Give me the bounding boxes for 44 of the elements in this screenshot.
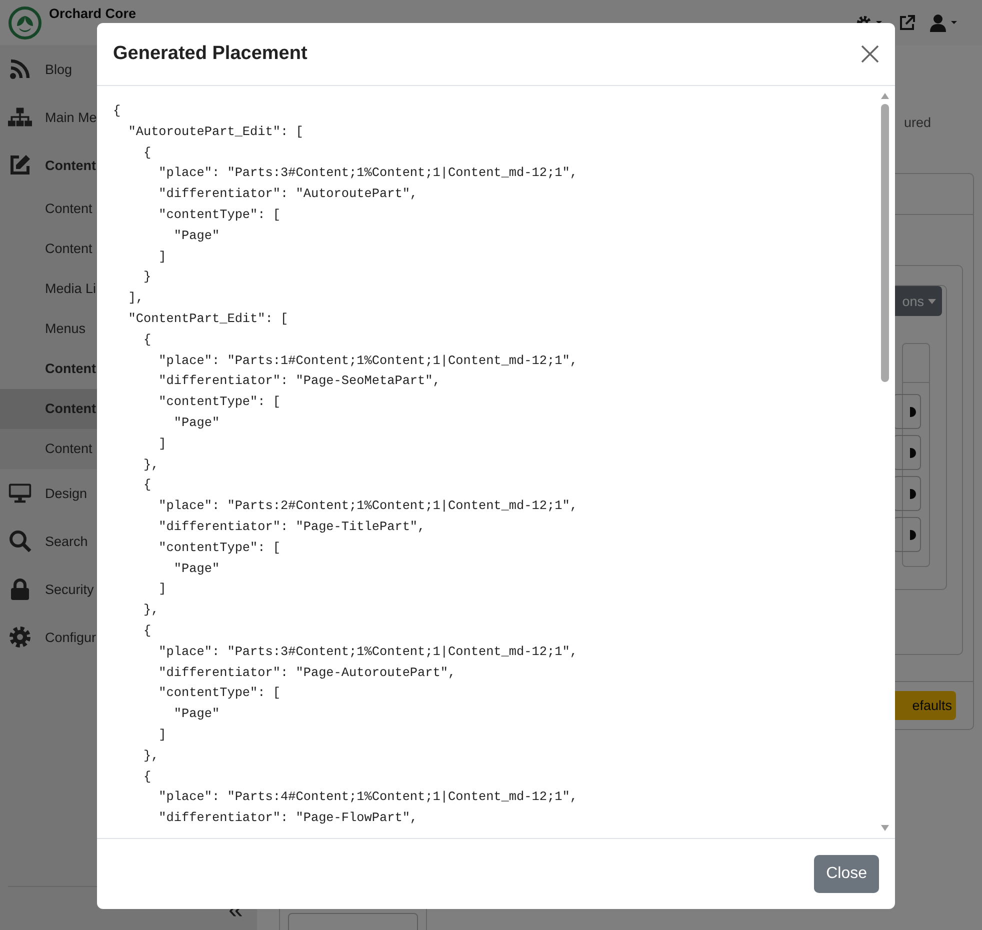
sidebar-label: Main Me: [45, 110, 97, 124]
modal-title: Generated Placement: [113, 43, 308, 65]
code-line: {: [142, 330, 152, 349]
sidebar-label: Search: [45, 534, 88, 548]
code-line: "ContentPart_Edit": [: [127, 310, 290, 328]
code-line: },: [142, 601, 160, 620]
code-line: "differentiator": "Page-TitlePart",: [158, 518, 426, 536]
sidebar-label: Content: [45, 158, 96, 172]
code-line: "differentiator": "Page-FlowPart",: [158, 809, 419, 828]
code-line: {: [142, 768, 152, 786]
code-line: "place": "Parts:4#Content;1%Content;1|Content_md-12;1",: [158, 788, 578, 806]
code-line: "place": "Parts:1#Content;1%Content;1|Content_md-12;1",: [158, 352, 578, 370]
code-line: "contentType": [: [158, 538, 282, 557]
code-line: "Page": [172, 560, 221, 578]
code-line: "place": "Parts:3#Content;1%Content;1|Content_md-12;1",: [158, 164, 578, 182]
code-line: ]: [158, 248, 168, 266]
code-line: "Page": [172, 226, 221, 245]
sidebar-label: Design: [45, 486, 88, 500]
code-line: "differentiator": "AutoroutePart",: [158, 185, 419, 204]
code-line: {: [142, 476, 152, 494]
code-line: ],: [127, 289, 144, 308]
code-line: "contentType": [: [158, 206, 282, 224]
code-line: ]: [158, 726, 168, 744]
sidebar-label: Security: [45, 582, 94, 596]
code-line: },: [142, 746, 160, 765]
code-line: "Page": [172, 705, 221, 724]
code-line: "place": "Parts:2#Content;1%Content;1|Content_md-12;1",: [158, 497, 578, 516]
code-line: ]: [158, 580, 168, 598]
code-line: "differentiator": "Page-AutoroutePart",: [158, 664, 457, 682]
code-line: },: [142, 456, 160, 474]
code-line: {: [113, 102, 122, 120]
code-line: {: [142, 144, 152, 162]
code-line: "contentType": [: [158, 684, 282, 702]
code-line: {: [142, 622, 152, 640]
code-line: "differentiator": "Page-SeoMetaPart",: [158, 372, 442, 390]
description-text: ured: [904, 115, 932, 130]
code-line: "AutoroutePart_Edit": [: [127, 122, 304, 141]
code-line: "Page": [172, 414, 221, 432]
sidebar-label: Configur: [45, 630, 96, 644]
sidebar-label: Blog: [45, 62, 72, 76]
code-line: "contentType": [: [158, 393, 282, 412]
code-line: "place": "Parts:3#Content;1%Content;1|Content_md-12;1",: [158, 642, 578, 661]
code-line: ]: [158, 434, 168, 453]
code-line: }: [142, 268, 152, 286]
